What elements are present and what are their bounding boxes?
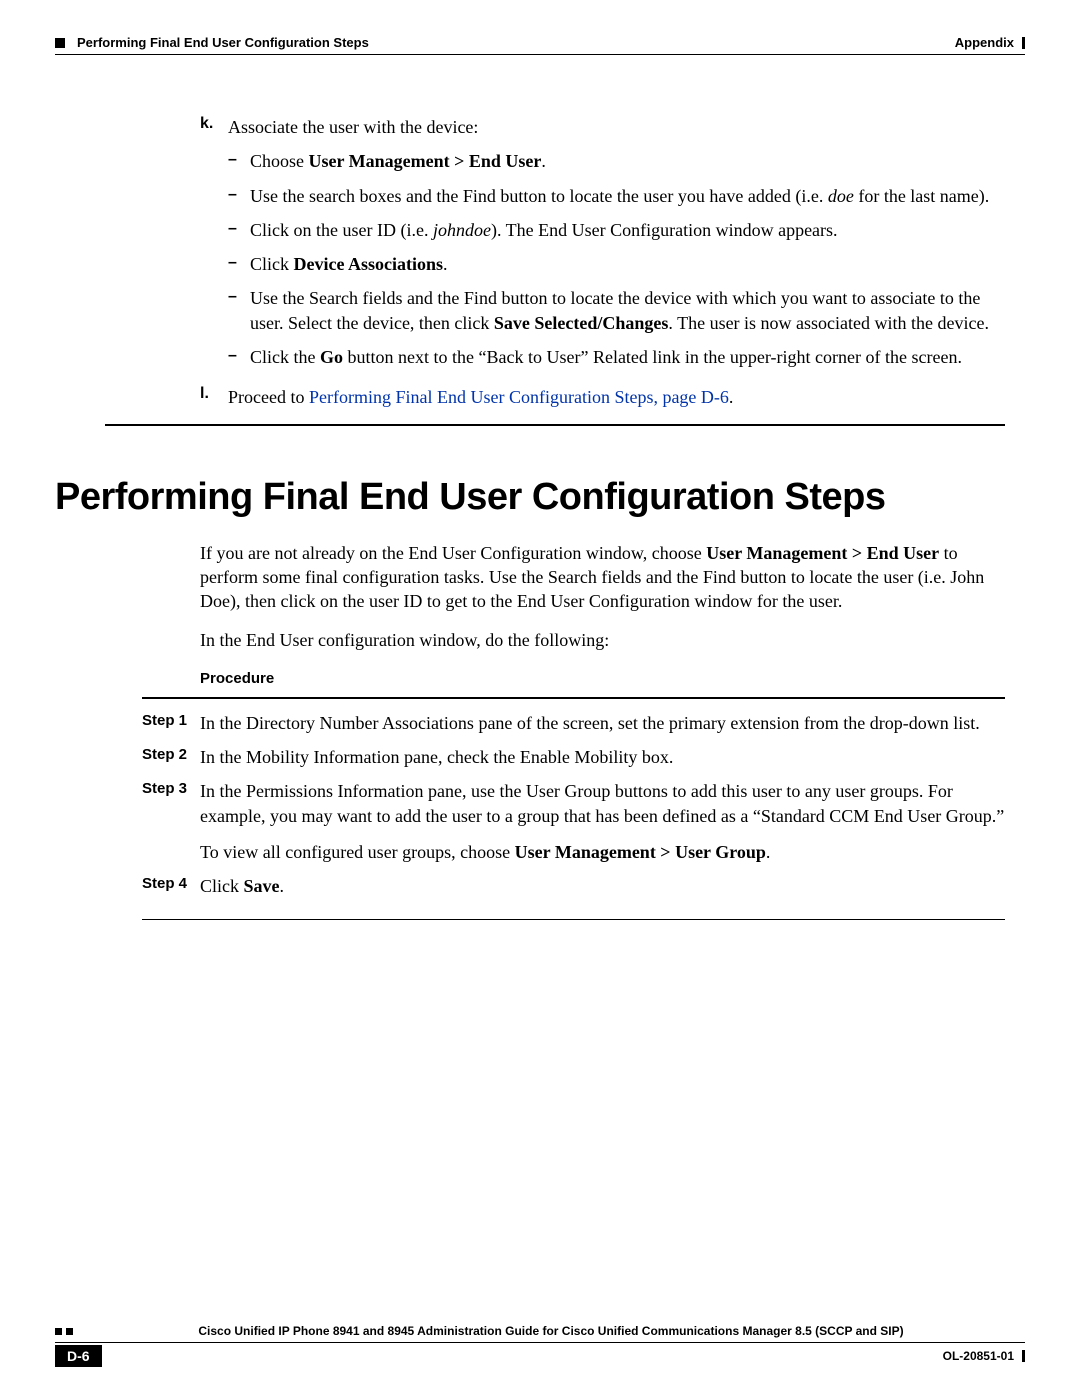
- italic-text: johndoe: [433, 220, 491, 240]
- header-marker-icon: [55, 38, 65, 48]
- dash-item: –Click Device Associations.: [228, 252, 1005, 276]
- footer-marker-icon: [55, 1328, 62, 1335]
- dash-body: Click Device Associations.: [250, 252, 1005, 276]
- dash-item: –Use the search boxes and the Find butto…: [228, 184, 1005, 208]
- list-item-k: k. Associate the user with the device: –…: [200, 115, 1005, 379]
- step-body: Click Save.: [200, 874, 1005, 898]
- list-marker-l: l.: [200, 385, 228, 409]
- section-heading: Performing Final End User Configuration …: [55, 476, 1005, 519]
- header-rule: [55, 54, 1025, 55]
- page-header: Performing Final End User Configuration …: [55, 35, 1025, 54]
- section-divider: [105, 424, 1005, 426]
- content-area: k. Associate the user with the device: –…: [55, 115, 1025, 920]
- dash-body: Click the Go button next to the “Back to…: [250, 345, 1005, 369]
- header-appendix-label: Appendix: [955, 35, 1014, 50]
- dash-marker-icon: –: [228, 149, 250, 173]
- page-footer: Cisco Unified IP Phone 8941 and 8945 Adm…: [55, 1324, 1025, 1367]
- step-label: Step 4: [142, 874, 200, 898]
- dash-marker-icon: –: [228, 345, 250, 369]
- section-paragraph-2: In the End User configuration window, do…: [200, 628, 1005, 652]
- dash-item: –Use the Search fields and the Find butt…: [228, 286, 1005, 335]
- procedure-step: Step 2In the Mobility Information pane, …: [200, 745, 1005, 769]
- dash-item: –Choose User Management > End User.: [228, 149, 1005, 173]
- footer-marker-icon: [66, 1328, 73, 1335]
- dash-item: –Click on the user ID (i.e. johndoe). Th…: [228, 218, 1005, 242]
- footer-rule: [55, 1342, 1025, 1343]
- dash-marker-icon: –: [228, 286, 250, 335]
- italic-text: doe: [828, 186, 854, 206]
- dash-body: Choose User Management > End User.: [250, 149, 1005, 173]
- bold-text: Go: [320, 347, 343, 367]
- page-number: D-6: [55, 1345, 102, 1367]
- list-item-l: l. Proceed to Performing Final End User …: [200, 385, 1005, 409]
- bold-text: Device Associations: [294, 254, 443, 274]
- procedure-step: Step 3In the Permissions Information pan…: [200, 779, 1005, 864]
- dash-item: –Click the Go button next to the “Back t…: [228, 345, 1005, 369]
- step-body: In the Permissions Information pane, use…: [200, 779, 1005, 864]
- footer-doc-title: Cisco Unified IP Phone 8941 and 8945 Adm…: [77, 1324, 1025, 1338]
- procedure-label: Procedure: [200, 670, 1005, 687]
- bold-text: Save Selected/Changes: [494, 313, 669, 333]
- step-label: Step 3: [142, 779, 200, 864]
- dash-body: Use the search boxes and the Find button…: [250, 184, 1005, 208]
- bold-text: User Management > User Group: [515, 842, 766, 862]
- list-l-pre: Proceed to: [228, 387, 309, 407]
- dash-body: Click on the user ID (i.e. johndoe). The…: [250, 218, 1005, 242]
- footer-bar-icon: [1022, 1350, 1025, 1362]
- header-bar-icon: [1022, 37, 1025, 49]
- bold-text: User Management > End User: [706, 543, 939, 563]
- procedure-bottom-rule: [142, 919, 1005, 920]
- header-section-title: Performing Final End User Configuration …: [77, 35, 369, 50]
- step-body: In the Directory Number Associations pan…: [200, 711, 1005, 735]
- procedure-step: Step 4Click Save.: [200, 874, 1005, 898]
- step-body: In the Mobility Information pane, check …: [200, 745, 1005, 769]
- procedure-step: Step 1In the Directory Number Associatio…: [200, 711, 1005, 735]
- list-marker-k: k.: [200, 115, 228, 379]
- cross-ref-link[interactable]: Performing Final End User Configuration …: [309, 387, 729, 407]
- step-label: Step 1: [142, 711, 200, 735]
- footer-doc-code: OL-20851-01: [943, 1349, 1014, 1363]
- list-k-intro: Associate the user with the device:: [228, 117, 478, 137]
- bold-text: User Management > End User: [309, 151, 542, 171]
- bold-text: Save: [244, 876, 280, 896]
- dash-marker-icon: –: [228, 252, 250, 276]
- list-l-post: .: [729, 387, 734, 407]
- procedure-top-rule: [142, 697, 1005, 699]
- dash-marker-icon: –: [228, 218, 250, 242]
- step-label: Step 2: [142, 745, 200, 769]
- section-paragraph-1: If you are not already on the End User C…: [200, 541, 1005, 614]
- dash-body: Use the Search fields and the Find butto…: [250, 286, 1005, 335]
- dash-marker-icon: –: [228, 184, 250, 208]
